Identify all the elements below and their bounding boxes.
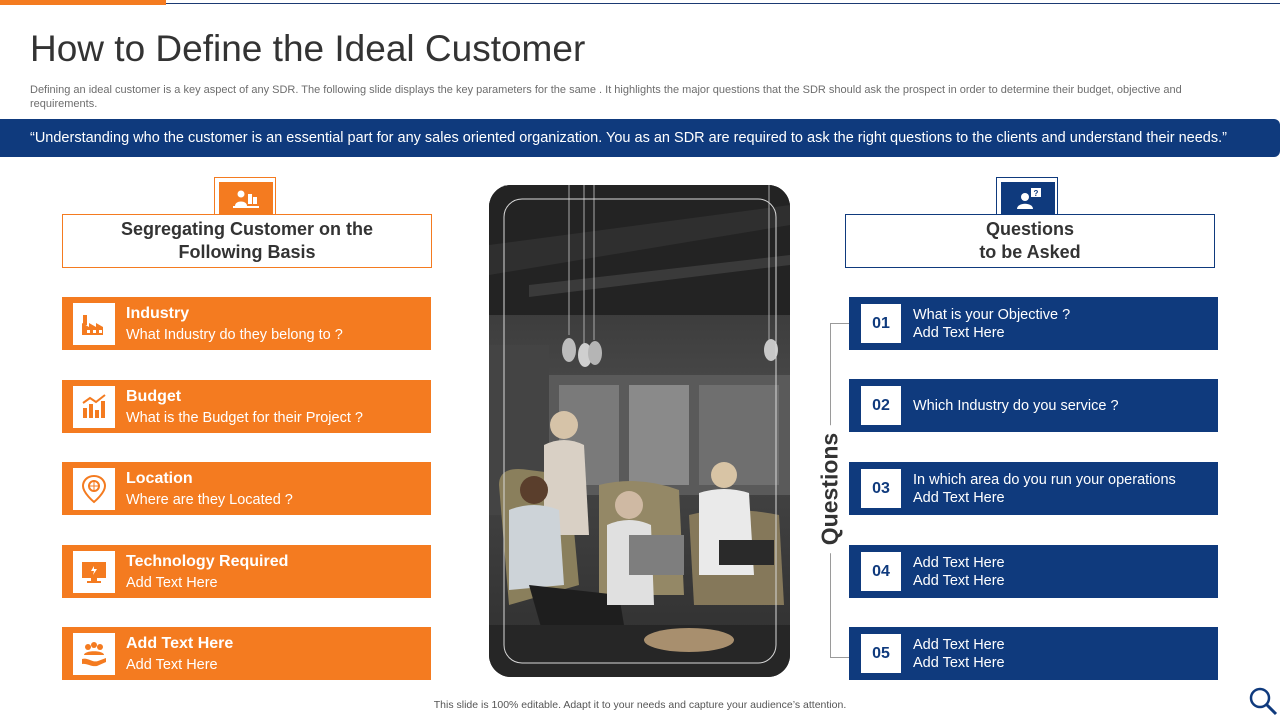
page-subtitle: Defining an ideal customer is a key aspe… [30,84,1182,110]
questions-header-line1: Questions [985,219,1074,239]
footer-note: This slide is 100% editable. Adapt it to… [433,699,847,711]
question-line1: Add Text Here [913,636,1005,653]
page-title: How to Define the Ideal Customer [30,28,586,69]
questions-bracket-tick-bottom [830,657,849,658]
questions-header-line2: to be Asked [979,242,1081,262]
svg-text:?: ? [1034,189,1039,198]
questions-header: Questions to be Asked [845,214,1215,268]
question-number: 01 [861,304,901,343]
question-line2: Add Text Here [913,572,1005,589]
basis-item-location: Location Where are they Located ? [62,462,431,515]
group-icon [233,190,259,208]
questions-bracket-tick-top [830,323,849,324]
search-icon[interactable] [1248,686,1278,721]
basis-item-industry: Industry What Industry do they belong to… [62,297,431,350]
question-line1: Add Text Here [913,554,1005,571]
question-number: 04 [861,552,901,591]
basis-item-add: Add Text Here Add Text Here [62,627,431,680]
question-number: 05 [861,634,901,673]
location-pin-icon [73,468,115,510]
question-line2: Add Text Here [913,489,1005,506]
segregating-header: Segregating Customer on the Following Ba… [62,214,432,268]
basis-item-title: Industry [126,305,190,322]
basis-item-budget: Budget What is the Budget for their Proj… [62,380,431,433]
questions-icon-tab: ? [996,177,1058,215]
question-line1: In which area do you run your operations [913,471,1176,488]
segregating-header-line2: Following Basis [178,242,316,262]
basis-item-text: What is the Budget for their Project ? [126,410,363,426]
person-question-icon: ? [1017,187,1041,209]
basis-item-title: Budget [126,388,182,405]
question-number: 02 [861,386,901,425]
budget-chart-icon [73,386,115,428]
question-item-02: 02 Which Industry do you service ? [849,379,1218,432]
basis-item-title: Technology Required [126,553,289,570]
question-item-01: 01 What is your Objective ? Add Text Her… [849,297,1218,350]
basis-item-text: What Industry do they belong to ? [126,327,343,343]
quote-banner: “Understanding who the customer is an es… [0,119,1280,157]
question-item-03: 03 In which area do you run your operati… [849,462,1218,515]
top-accent-bar [0,0,166,5]
question-line1: Which Industry do you service ? [913,397,1119,414]
question-line2: Add Text Here [913,324,1005,341]
segregating-icon-tab [214,177,276,215]
basis-item-text: Add Text Here [126,575,218,591]
question-line1: What is your Objective ? [913,306,1071,323]
question-item-04: 04 Add Text Here Add Text Here [849,545,1218,598]
question-item-05: 05 Add Text Here Add Text Here [849,627,1218,680]
basis-item-text: Where are they Located ? [126,492,293,508]
basis-item-technology: Technology Required Add Text Here [62,545,431,598]
basis-item-title: Location [126,470,193,487]
monitor-icon [73,551,115,593]
question-line2: Add Text Here [913,654,1005,671]
basis-item-text: Add Text Here [126,657,218,673]
questions-side-label: Questions [816,424,844,554]
question-number: 03 [861,469,901,508]
top-divider-line [166,3,1280,4]
basis-item-title: Add Text Here [126,635,234,652]
team-hand-icon [73,633,115,675]
factory-icon [73,303,115,345]
team-meeting-photo [489,185,790,677]
segregating-header-line1: Segregating Customer on the [120,219,374,239]
